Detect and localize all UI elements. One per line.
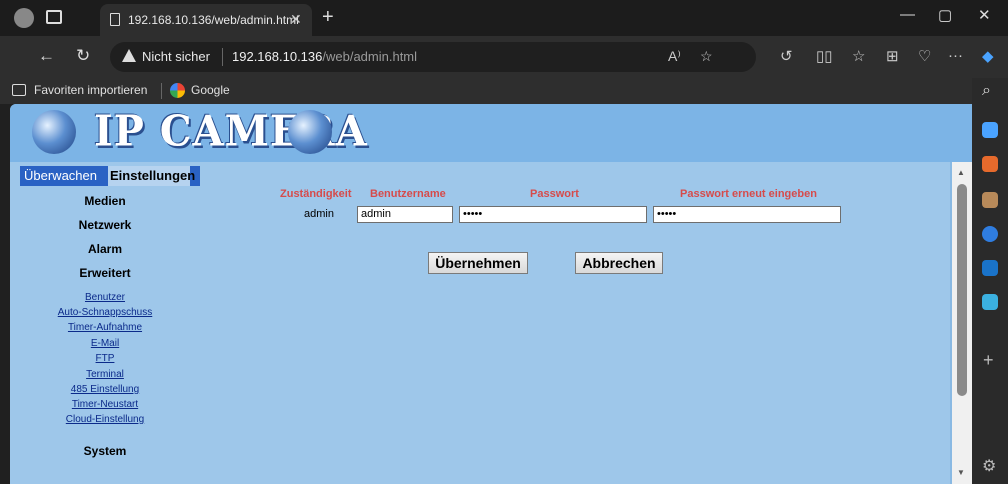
tab-bar: 192.168.10.136/web/admin.html ✕ + — ▢ ✕: [0, 0, 1008, 36]
nav-section-netzwerk[interactable]: Netzwerk: [10, 218, 200, 232]
browser-window: 192.168.10.136/web/admin.html ✕ + — ▢ ✕ …: [0, 0, 1008, 484]
cancel-button[interactable]: Abbrechen: [575, 252, 663, 274]
tab-title: 192.168.10.136/web/admin.html: [128, 13, 299, 27]
tab-ueberwachen[interactable]: Überwachen: [20, 166, 110, 186]
toolbox-icon[interactable]: [982, 156, 998, 172]
profile-avatar[interactable]: [14, 8, 34, 28]
page-icon: [110, 13, 120, 26]
url-text[interactable]: 192.168.10.136/web/admin.html: [232, 49, 417, 64]
header-confirm-password: Passwort erneut eingeben: [680, 188, 817, 200]
tab-close-icon[interactable]: ✕: [290, 11, 302, 28]
minimize-button[interactable]: —: [900, 6, 915, 23]
favorite-google[interactable]: Google: [191, 83, 230, 97]
search-icon[interactable]: ⌕: [982, 82, 991, 100]
active-tab[interactable]: 192.168.10.136/web/admin.html ✕: [100, 4, 312, 36]
refresh-extension-icon[interactable]: ↺: [780, 47, 793, 65]
favorites-bar: Favoriten importieren Google: [0, 78, 972, 104]
nav-link-timer-neustart[interactable]: Timer-Neustart: [10, 399, 200, 410]
header-password: Passwort: [530, 188, 579, 200]
settings-gear-icon[interactable]: ⚙: [982, 456, 996, 476]
scroll-down-icon[interactable]: ▼: [957, 468, 965, 477]
nav-link-485-einstellung[interactable]: 485 Einstellung: [10, 384, 200, 395]
apply-button[interactable]: Übernehmen: [428, 252, 528, 274]
favorites-icon[interactable]: ☆: [852, 47, 865, 65]
nav-link-cloud-einstellung[interactable]: Cloud-Einstellung: [10, 414, 200, 425]
vertical-scrollbar[interactable]: ▲ ▼: [952, 162, 972, 484]
nav-link-email[interactable]: E-Mail: [10, 338, 200, 349]
extension-icon[interactable]: ♡: [918, 47, 931, 65]
nav-section-alarm[interactable]: Alarm: [10, 242, 200, 256]
close-window-button[interactable]: ✕: [978, 6, 991, 24]
user-settings-panel: Zuständigkeit Benutzername Passwort Pass…: [200, 162, 950, 484]
copilot-icon[interactable]: ◆: [982, 47, 994, 65]
scrollbar-thumb[interactable]: [957, 184, 967, 396]
username-input[interactable]: admin: [357, 206, 453, 223]
copilot-side-icon[interactable]: [982, 226, 998, 242]
scroll-up-icon[interactable]: ▲: [957, 168, 965, 177]
back-arrow-icon[interactable]: ←: [38, 46, 55, 66]
favorite-star-icon[interactable]: ☆: [700, 48, 713, 65]
camera-banner: IP CAMERA: [10, 104, 972, 162]
address-bar[interactable]: Nicht sicher 192.168.10.136/web/admin.ht…: [110, 42, 756, 72]
nav-link-ftp[interactable]: FTP: [10, 353, 200, 364]
favorites-separator: [161, 83, 162, 99]
globe-right-icon: [288, 110, 332, 154]
send-icon[interactable]: [982, 294, 998, 310]
confirm-password-input[interactable]: •••••: [653, 206, 841, 223]
outlook-icon[interactable]: [982, 260, 998, 276]
reload-icon[interactable]: ↻: [76, 46, 90, 66]
nav-link-auto-schnappschuss[interactable]: Auto-Schnappschuss: [10, 307, 200, 318]
split-screen-icon[interactable]: ▯▯: [816, 47, 833, 65]
navigation-bar: ← ↻ Nicht sicher 192.168.10.136/web/admi…: [0, 36, 1008, 78]
more-menu-icon[interactable]: ···: [948, 47, 963, 64]
security-label[interactable]: Nicht sicher: [142, 49, 210, 64]
edge-sidebar: ⌕ + ⚙: [972, 78, 1008, 484]
read-aloud-icon[interactable]: A⁾: [668, 48, 681, 65]
url-path: /web/admin.html: [322, 49, 418, 64]
address-separator: [222, 48, 223, 66]
password-input[interactable]: •••••: [459, 206, 647, 223]
left-navigation: Überwachen Einstellungen Medien Netzwerk…: [10, 162, 200, 484]
tag-icon[interactable]: [982, 122, 998, 138]
nav-link-benutzer[interactable]: Benutzer: [10, 292, 200, 303]
favorite-import[interactable]: Favoriten importieren: [34, 83, 147, 97]
nav-section-medien[interactable]: Medien: [10, 194, 200, 208]
nav-link-terminal[interactable]: Terminal: [10, 369, 200, 380]
add-sidebar-icon[interactable]: +: [983, 350, 994, 371]
collections-icon[interactable]: ⊞: [886, 47, 899, 65]
new-tab-button[interactable]: +: [322, 6, 334, 29]
role-value: admin: [304, 208, 334, 220]
google-icon: [170, 83, 185, 98]
tab-einstellungen[interactable]: Einstellungen: [108, 166, 200, 186]
folder-icon: [12, 84, 26, 96]
header-role: Zuständigkeit: [280, 188, 352, 200]
header-username: Benutzername: [370, 188, 446, 200]
nav-link-timer-aufnahme[interactable]: Timer-Aufnahme: [10, 322, 200, 333]
tab-actions-icon[interactable]: [46, 10, 62, 24]
nav-section-system[interactable]: System: [10, 444, 200, 458]
warning-icon: [122, 49, 136, 62]
nav-section-erweitert[interactable]: Erweitert: [10, 266, 200, 280]
globe-left-icon: [32, 110, 76, 154]
page-viewport: IP CAMERA Überwachen Einstellungen Medie…: [10, 104, 972, 484]
maximize-button[interactable]: ▢: [938, 6, 952, 24]
games-icon[interactable]: [982, 192, 998, 208]
url-host: 192.168.10.136: [232, 49, 323, 64]
